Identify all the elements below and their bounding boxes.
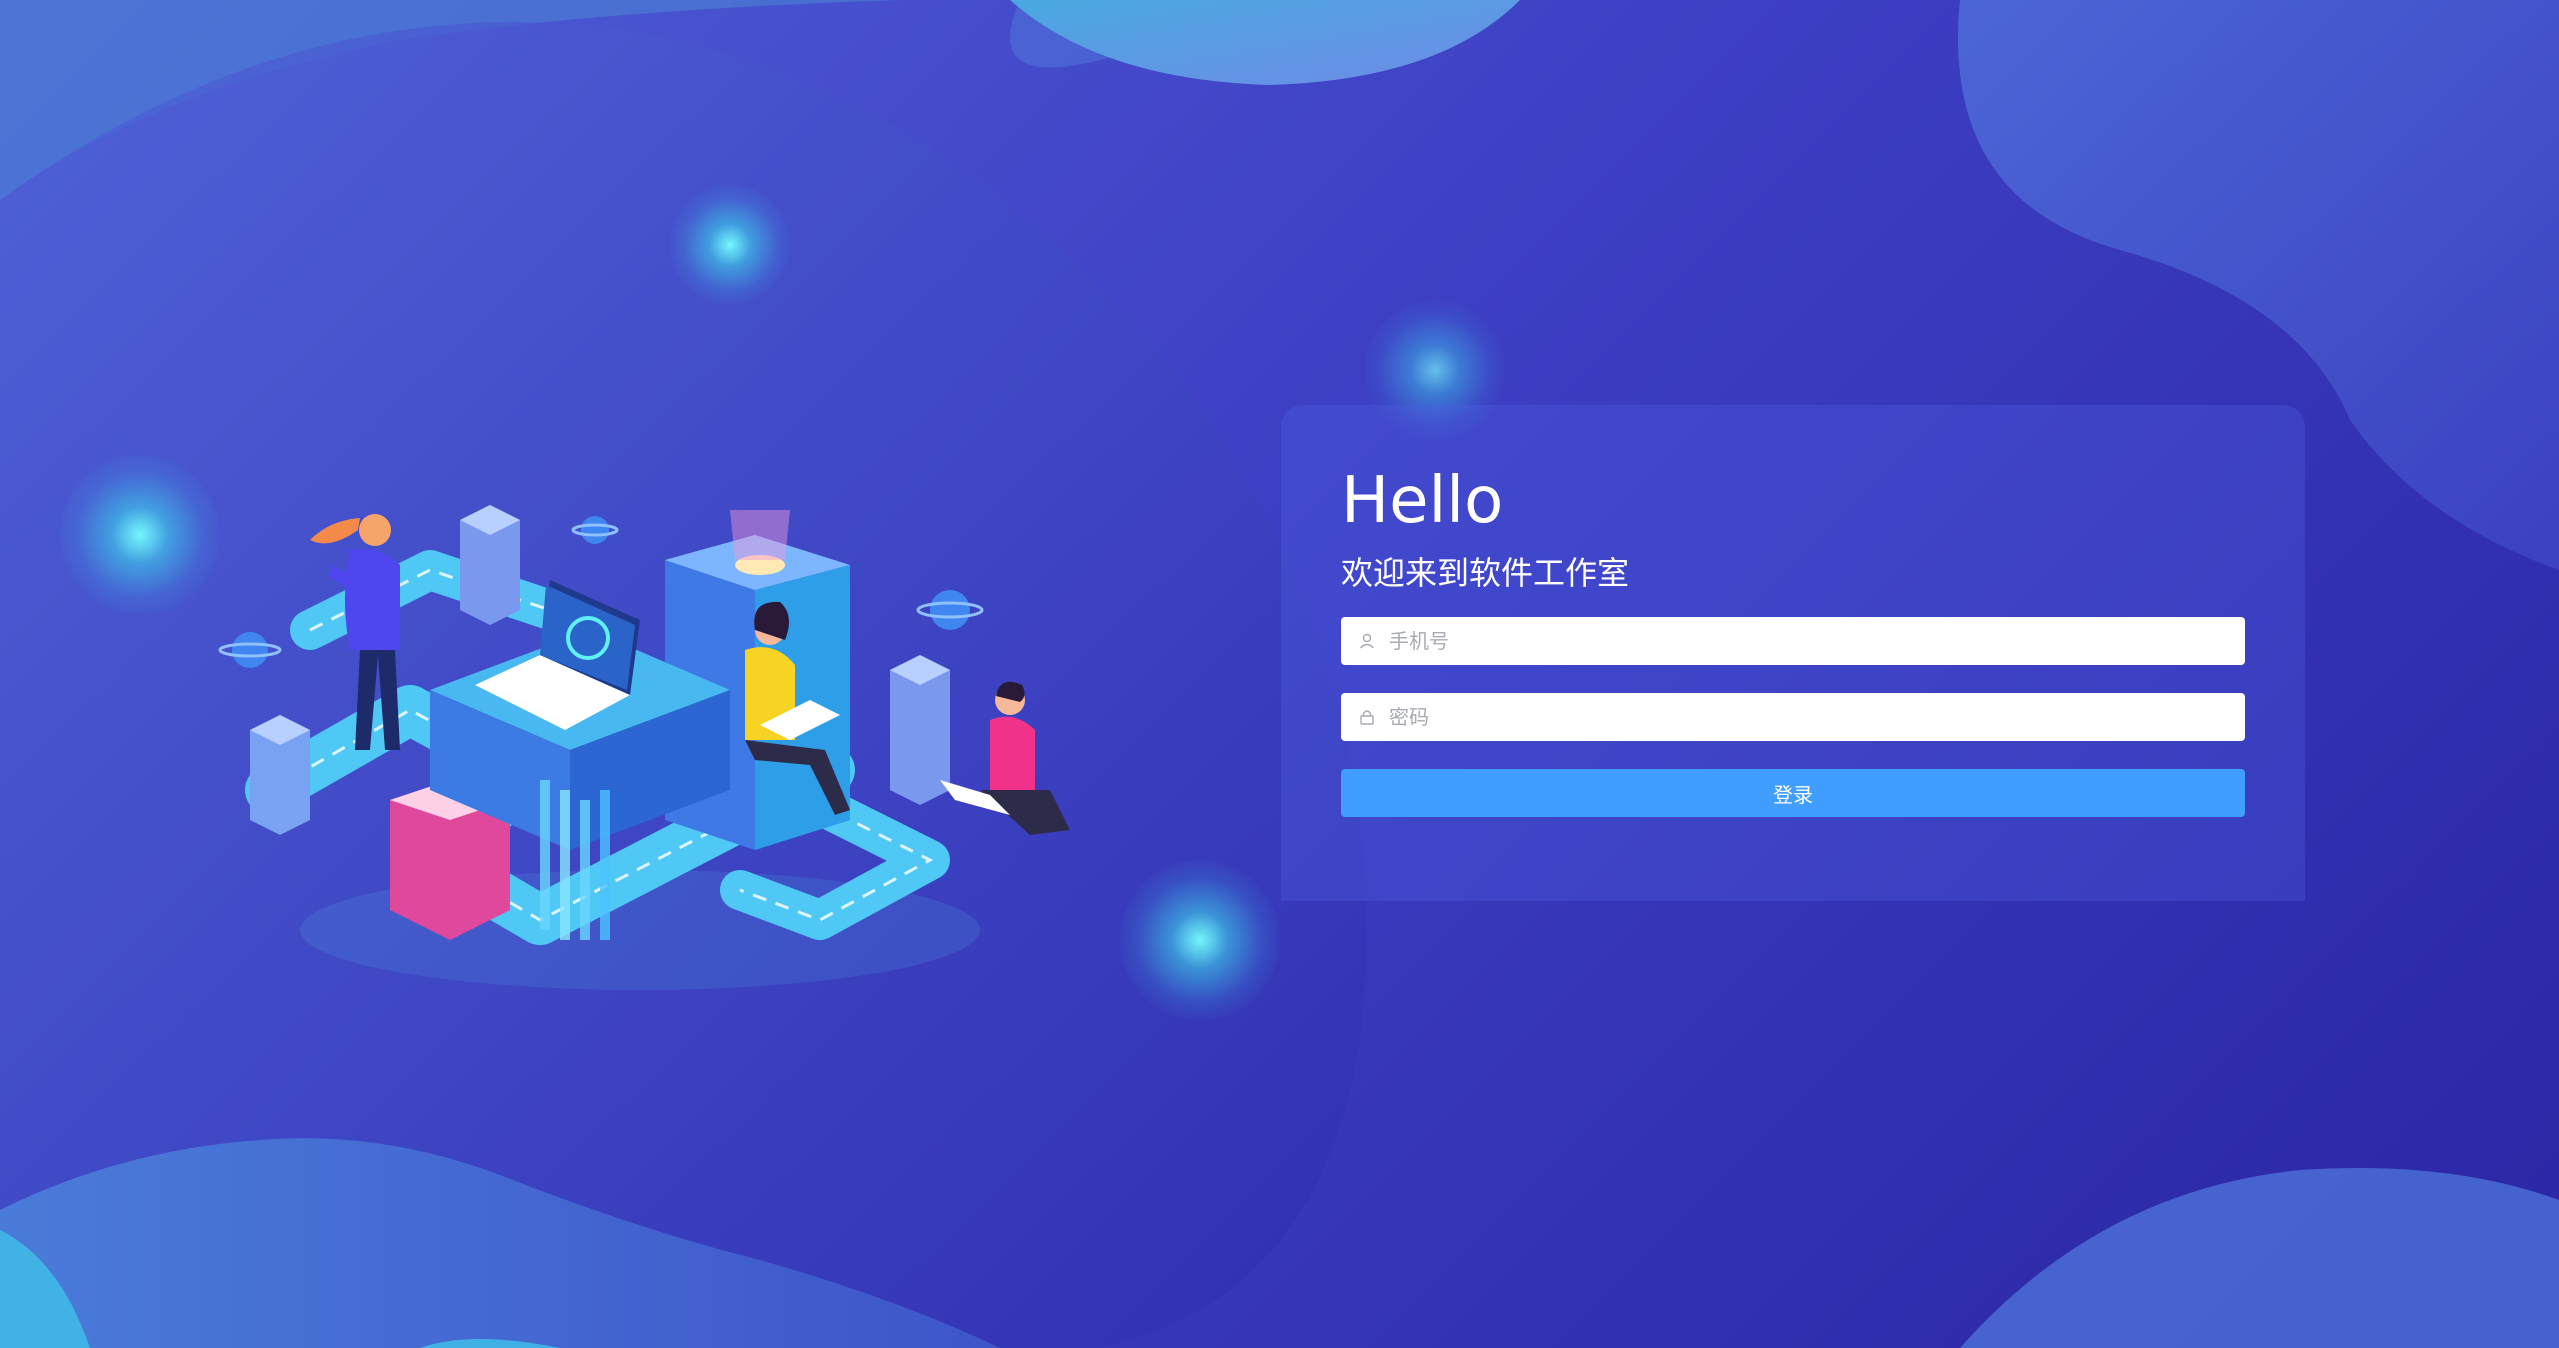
greeting-title: Hello bbox=[1341, 464, 1504, 538]
user-icon bbox=[1357, 631, 1377, 651]
glow-dot bbox=[670, 185, 790, 305]
phone-input[interactable] bbox=[1387, 616, 2245, 666]
phone-field[interactable] bbox=[1341, 616, 2245, 666]
welcome-subtitle: 欢迎来到软件工作室 bbox=[1341, 554, 1630, 592]
glow-dot bbox=[1120, 860, 1280, 1020]
login-page: Hello 欢迎来到软件工作室 登录 bbox=[0, 0, 2559, 1348]
password-field[interactable] bbox=[1341, 692, 2245, 742]
password-input[interactable] bbox=[1387, 692, 2245, 742]
lock-icon bbox=[1357, 707, 1377, 727]
login-card: Hello 欢迎来到软件工作室 登录 bbox=[1281, 405, 2305, 901]
glow-dot bbox=[60, 455, 220, 615]
login-button[interactable]: 登录 bbox=[1341, 769, 2245, 817]
isometric-illustration bbox=[218, 505, 1070, 990]
